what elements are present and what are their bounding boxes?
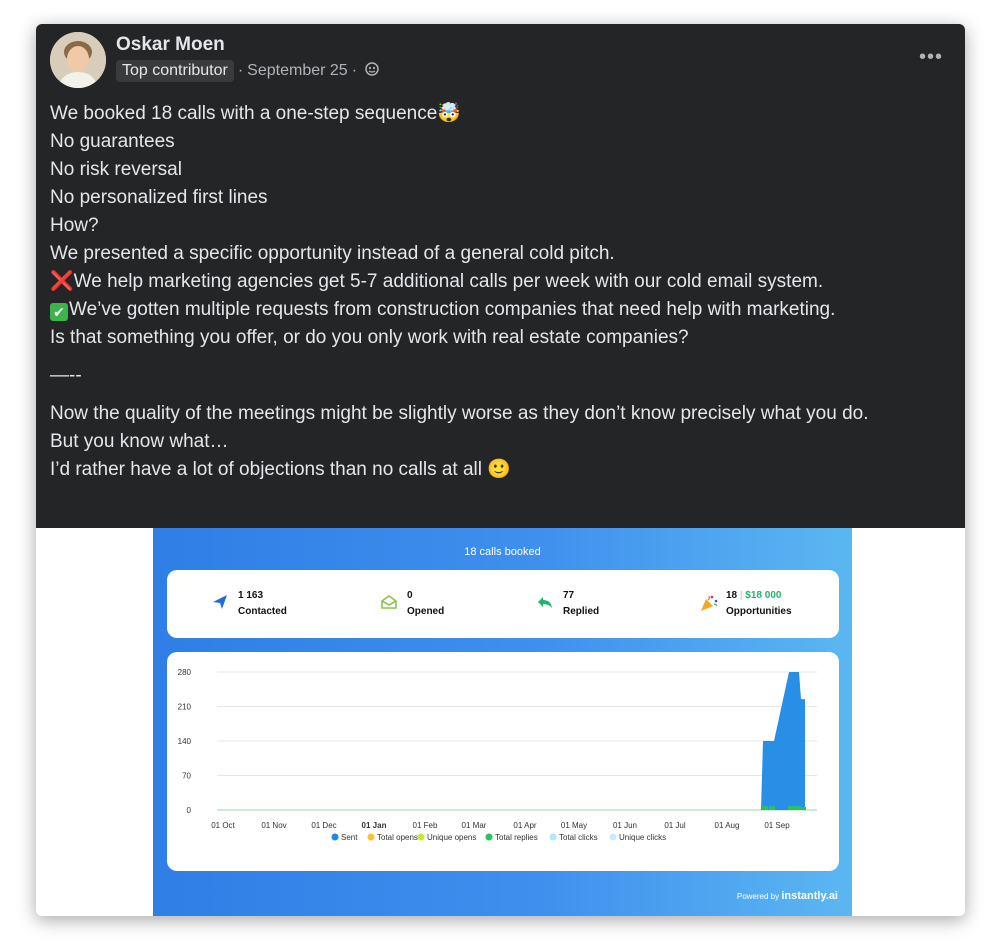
sent-series-area (761, 672, 805, 810)
post-header-body: Oskar Moen Top contributor · September 2… (36, 24, 965, 528)
party-icon (701, 595, 718, 611)
cross-mark-icon: ❌ (50, 271, 74, 292)
replies-series-bar (762, 806, 768, 810)
post-line: ✔ We’ve gotten multiple requests from con… (50, 296, 950, 324)
y-tick-label: 0 (187, 806, 192, 815)
replies-series-bar (788, 806, 794, 810)
smile-emoji: 🙂 (487, 459, 511, 480)
legend-marker (367, 833, 375, 841)
post-line: We presented a specific opportunity inst… (50, 243, 615, 264)
post-line: No risk reversal (50, 159, 182, 180)
stat-contacted: 1 163 Contacted (213, 590, 287, 617)
legend-marker (485, 833, 493, 841)
replies-series-bar (800, 807, 806, 810)
legend-label: Unique opens (427, 833, 476, 842)
opportunities-amount: $18 000 (745, 590, 782, 601)
stat-opportunities: 18 | $18 000 Opportunities (701, 590, 792, 617)
replies-series-bar (769, 806, 775, 810)
exploding-head-emoji: 🤯 (437, 103, 461, 124)
post-line: ❌We help marketing agencies get 5-7 addi… (50, 268, 950, 296)
stat-value: 1 163 (238, 590, 264, 601)
x-tick-label: 01 Nov (261, 821, 286, 830)
powered-by: Powered by instantly.ai (737, 890, 838, 902)
powered-prefix: Powered by (736, 892, 780, 901)
post-line: Is that something you offer, or do you o… (50, 327, 689, 348)
stat-replied: 77 Replied (538, 590, 600, 617)
post-image[interactable]: 18 calls booked 1 163 Contacted 0 Opened… (153, 528, 852, 916)
post-line-text: We’ve gotten multiple requests from cons… (69, 299, 836, 320)
post-line: But you know what… (50, 431, 229, 452)
post-text: We booked 18 calls with a one-step seque… (50, 100, 950, 484)
stat-label: Contacted (238, 606, 287, 617)
post-line: We booked 18 calls with a one-step seque… (50, 100, 950, 128)
brand-logo: instantly.ai (781, 890, 838, 902)
send-icon (213, 595, 227, 609)
check-mark-icon: ✔ (50, 303, 68, 321)
post-line-text: We booked 18 calls with a one-step seque… (50, 103, 438, 124)
post-meta: Top contributor · September 25 · (116, 60, 379, 82)
stat-value: 77 (563, 590, 575, 601)
stat-value: 0 (407, 590, 413, 601)
legend-label: Total replies (495, 833, 538, 842)
author-name[interactable]: Oskar Moen (116, 34, 225, 56)
x-tick-label: 01 Feb (413, 821, 438, 830)
stat-label: Opportunities (726, 606, 792, 617)
legend-marker (331, 833, 339, 841)
post-date[interactable]: September 25 (247, 62, 348, 80)
legend-label: Total clicks (559, 833, 598, 842)
stat-label: Replied (563, 606, 600, 617)
post-line: No personalized first lines (50, 187, 268, 208)
stats-panel: 1 163 Contacted 0 Opened 77 Replied 18 |… (167, 570, 839, 638)
x-tick-label: 01 Dec (311, 821, 336, 830)
opportunities-count: 18 (726, 590, 738, 601)
envelope-icon (381, 595, 397, 609)
stat-value: 18 | $18 000 (726, 590, 792, 601)
activity-chart: 0 70 140 210 280 01 Oct 01 Nov 01 Dec 01 Jan 01 F… (167, 652, 839, 871)
audience-icon[interactable] (365, 61, 379, 81)
legend-marker (549, 833, 557, 841)
x-tick-label: 01 Mar (462, 821, 487, 830)
legend-marker (609, 833, 617, 841)
post-line: I’d rather have a lot of objections than… (50, 456, 950, 484)
x-tick-label: 01 Oct (211, 821, 235, 830)
y-tick-label: 140 (178, 737, 192, 746)
post-line: No guarantees (50, 131, 175, 152)
post-line: Now the quality of the meetings might be… (50, 403, 869, 424)
legend-label: Sent (341, 833, 358, 842)
x-tick-label: 01 Aug (715, 821, 740, 830)
meta-separator: · (237, 62, 244, 79)
legend-label: Unique clicks (619, 833, 666, 842)
x-tick-label: 01 Jul (664, 821, 686, 830)
more-options-icon[interactable]: ••• (919, 46, 943, 69)
y-tick-label: 70 (182, 772, 191, 781)
x-tick-label: 01 May (561, 821, 587, 830)
stat-divider: | (739, 590, 743, 601)
post-line: —-- (50, 365, 82, 386)
y-tick-label: 280 (178, 668, 192, 677)
chart-svg: 0 70 140 210 280 01 Oct 01 Nov 01 Dec 01 Jan 01 F… (178, 668, 817, 842)
replies-series-bar (794, 806, 800, 810)
avatar[interactable] (50, 32, 106, 88)
y-tick-label: 210 (178, 703, 192, 712)
stat-label: Opened (407, 606, 445, 617)
top-contributor-badge[interactable]: Top contributor (116, 60, 234, 82)
post-line-text: We help marketing agencies get 5-7 addit… (73, 271, 824, 292)
stat-opened: 0 Opened (381, 590, 445, 617)
x-tick-label: 01 Jun (613, 821, 637, 830)
post-card: Oskar Moen Top contributor · September 2… (36, 24, 965, 916)
image-title: 18 calls booked (464, 546, 541, 558)
x-tick-label: 01 Jan (362, 821, 387, 830)
reply-icon (538, 597, 552, 608)
post-line-text: I’d rather have a lot of objections than… (50, 459, 482, 480)
legend-label: Total opens (377, 833, 418, 842)
meta-separator: · (351, 62, 358, 79)
x-tick-label: 01 Sep (764, 821, 790, 830)
post-line: How? (50, 215, 99, 236)
legend-marker (417, 833, 425, 841)
x-tick-label: 01 Apr (513, 821, 536, 830)
